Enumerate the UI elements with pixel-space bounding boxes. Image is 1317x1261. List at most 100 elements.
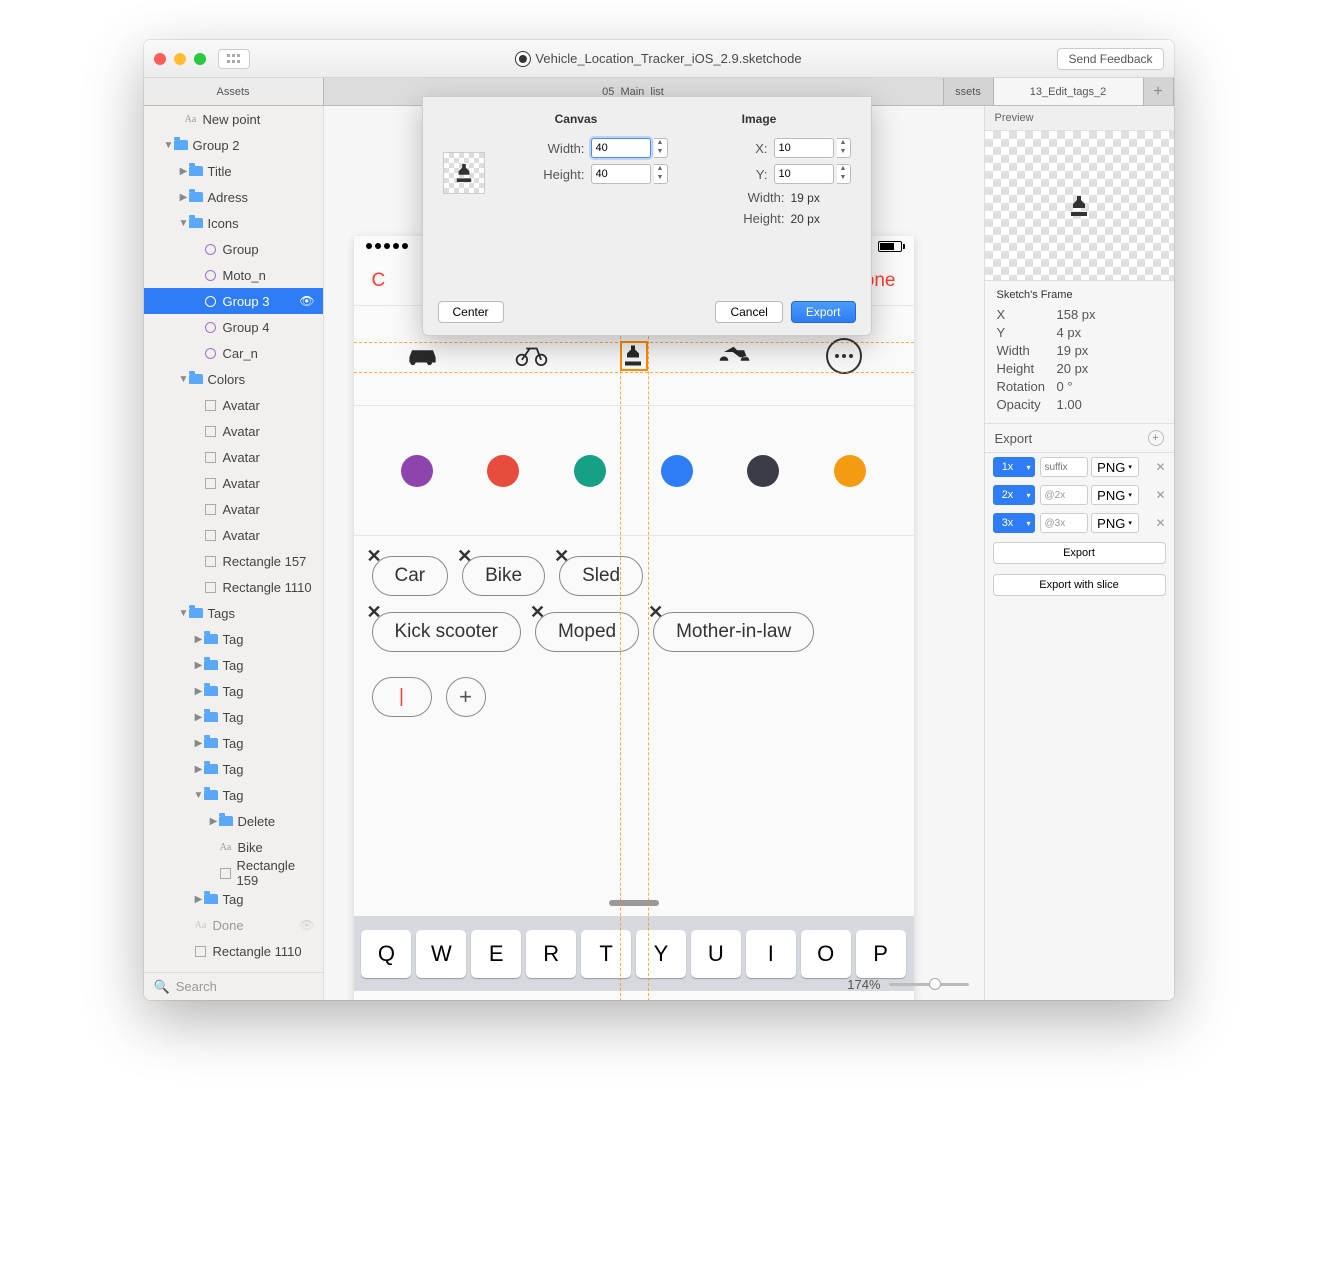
color-swatch[interactable] <box>487 455 519 487</box>
add-tab-button[interactable]: + <box>1144 78 1174 105</box>
layer-tag[interactable]: ▶Tag <box>144 756 323 782</box>
layer-tags[interactable]: ▼Tags <box>144 600 323 626</box>
key[interactable]: E <box>471 930 521 978</box>
layer-icons[interactable]: ▼Icons <box>144 210 323 236</box>
layer-avatar[interactable]: Avatar <box>144 470 323 496</box>
close-icon[interactable]: ✕ <box>648 602 663 623</box>
stepper[interactable]: ▲▼ <box>837 164 851 184</box>
key[interactable]: I <box>746 930 796 978</box>
layer-avatar[interactable]: Avatar <box>144 392 323 418</box>
color-swatch[interactable] <box>747 455 779 487</box>
color-swatch[interactable] <box>661 455 693 487</box>
image-x-input[interactable] <box>774 138 834 158</box>
add-tag-button[interactable]: + <box>446 677 486 717</box>
export-suffix-input[interactable] <box>1040 457 1088 477</box>
color-swatch[interactable] <box>574 455 606 487</box>
layer-tag[interactable]: ▶Tag <box>144 652 323 678</box>
tag-kick-scooter[interactable]: ✕Kick scooter <box>372 612 521 652</box>
export-size-select[interactable]: 2x <box>993 485 1023 505</box>
key[interactable]: Q <box>361 930 411 978</box>
tab-edit-tags[interactable]: 13_Edit_tags_2 <box>994 78 1144 105</box>
key[interactable]: O <box>801 930 851 978</box>
key[interactable]: R <box>526 930 576 978</box>
export-format-select[interactable]: PNG▾ <box>1091 513 1139 533</box>
layer-rect348[interactable]: Rectangle 348 <box>144 964 323 972</box>
layer-adress[interactable]: ▶Adress <box>144 184 323 210</box>
tag-sled[interactable]: ✕Sled <box>559 556 643 596</box>
stepper[interactable]: ▲▼ <box>654 138 668 158</box>
layer-group2[interactable]: ▼Group 2 <box>144 132 323 158</box>
drag-handle-icon[interactable] <box>609 900 659 906</box>
key[interactable]: Y <box>636 930 686 978</box>
maximize-icon[interactable] <box>194 53 206 65</box>
layer-rect159[interactable]: Rectangle 159 <box>144 860 323 886</box>
motorcycle-icon[interactable] <box>717 343 752 368</box>
layer-search[interactable]: 🔍 Search <box>144 972 323 1000</box>
minimize-icon[interactable] <box>174 53 186 65</box>
color-swatch[interactable] <box>401 455 433 487</box>
export-suffix-input[interactable] <box>1040 485 1088 505</box>
close-icon[interactable]: ✕ <box>554 546 569 567</box>
canvas-height-input[interactable] <box>591 164 651 184</box>
stepper[interactable]: ▲▼ <box>837 138 851 158</box>
layer-tag[interactable]: ▶Tag <box>144 886 323 912</box>
export-button[interactable]: Export <box>791 301 856 323</box>
tag-moped[interactable]: ✕Moped <box>535 612 639 652</box>
key[interactable]: P <box>856 930 906 978</box>
layer-group4[interactable]: Group 4 <box>144 314 323 340</box>
export-size-select[interactable]: 1x <box>993 457 1023 477</box>
layer-tag[interactable]: ▶Tag <box>144 626 323 652</box>
color-swatch[interactable] <box>834 455 866 487</box>
layer-avatar[interactable]: Avatar <box>144 522 323 548</box>
layer-rect1110[interactable]: Rectangle 1110 <box>144 574 323 600</box>
close-icon[interactable]: ✕ <box>367 602 382 623</box>
layer-group3[interactable]: Group 3👁 <box>144 288 323 314</box>
cancel-button[interactable]: C <box>372 270 386 292</box>
tag-car[interactable]: ✕Car <box>372 556 449 596</box>
layer-rect1110[interactable]: Rectangle 1110 <box>144 938 323 964</box>
cancel-button[interactable]: Cancel <box>715 301 782 323</box>
layer-delete[interactable]: ▶Delete <box>144 808 323 834</box>
layer-car-n[interactable]: Car_n <box>144 340 323 366</box>
key[interactable]: U <box>691 930 741 978</box>
layer-group[interactable]: Group <box>144 236 323 262</box>
layer-colors[interactable]: ▼Colors <box>144 366 323 392</box>
export-with-slice-button[interactable]: Export with slice <box>993 574 1166 596</box>
layer-rect157[interactable]: Rectangle 157 <box>144 548 323 574</box>
zoom-slider[interactable] <box>889 983 969 986</box>
bike-icon[interactable] <box>514 343 549 368</box>
artboard[interactable]: % C one <box>354 236 914 1000</box>
layer-bike[interactable]: AaBike <box>144 834 323 860</box>
tag-bike[interactable]: ✕Bike <box>462 556 545 596</box>
layer-avatar[interactable]: Avatar <box>144 444 323 470</box>
image-y-input[interactable] <box>774 164 834 184</box>
car-icon[interactable] <box>405 343 440 368</box>
export-format-select[interactable]: PNG▾ <box>1091 485 1139 505</box>
visibility-icon[interactable]: 👁 <box>299 918 314 932</box>
center-button[interactable]: Center <box>438 301 504 323</box>
remove-export-icon[interactable]: ✕ <box>1155 460 1165 474</box>
layer-avatar[interactable]: Avatar <box>144 496 323 522</box>
export-size-select[interactable]: 3x <box>993 513 1023 533</box>
tab-assets-panel[interactable]: Assets <box>144 78 324 105</box>
close-icon[interactable]: ✕ <box>367 546 382 567</box>
close-icon[interactable] <box>154 53 166 65</box>
stepper[interactable]: ▲▼ <box>654 164 668 184</box>
layer-tree[interactable]: AaNew point ▼Group 2 ▶Title ▶Adress ▼Ico… <box>144 106 323 972</box>
canvas-width-input[interactable] <box>591 138 651 158</box>
layer-tag[interactable]: ▶Tag <box>144 704 323 730</box>
remove-export-icon[interactable]: ✕ <box>1155 488 1165 502</box>
close-icon[interactable]: ✕ <box>530 602 545 623</box>
key[interactable]: T <box>581 930 631 978</box>
close-icon[interactable]: ✕ <box>457 546 472 567</box>
visibility-icon[interactable]: 👁 <box>299 294 314 308</box>
layer-title[interactable]: ▶Title <box>144 158 323 184</box>
layer-moto-n[interactable]: Moto_n <box>144 262 323 288</box>
layer-tag[interactable]: ▶Tag <box>144 730 323 756</box>
tab-assets[interactable]: ssets <box>944 78 994 105</box>
layer-tag[interactable]: ▶Tag <box>144 678 323 704</box>
layer-done[interactable]: AaDone👁 <box>144 912 323 938</box>
new-tag-input[interactable]: | <box>372 677 432 717</box>
remove-export-icon[interactable]: ✕ <box>1155 516 1165 530</box>
export-format-select[interactable]: PNG▾ <box>1091 457 1139 477</box>
